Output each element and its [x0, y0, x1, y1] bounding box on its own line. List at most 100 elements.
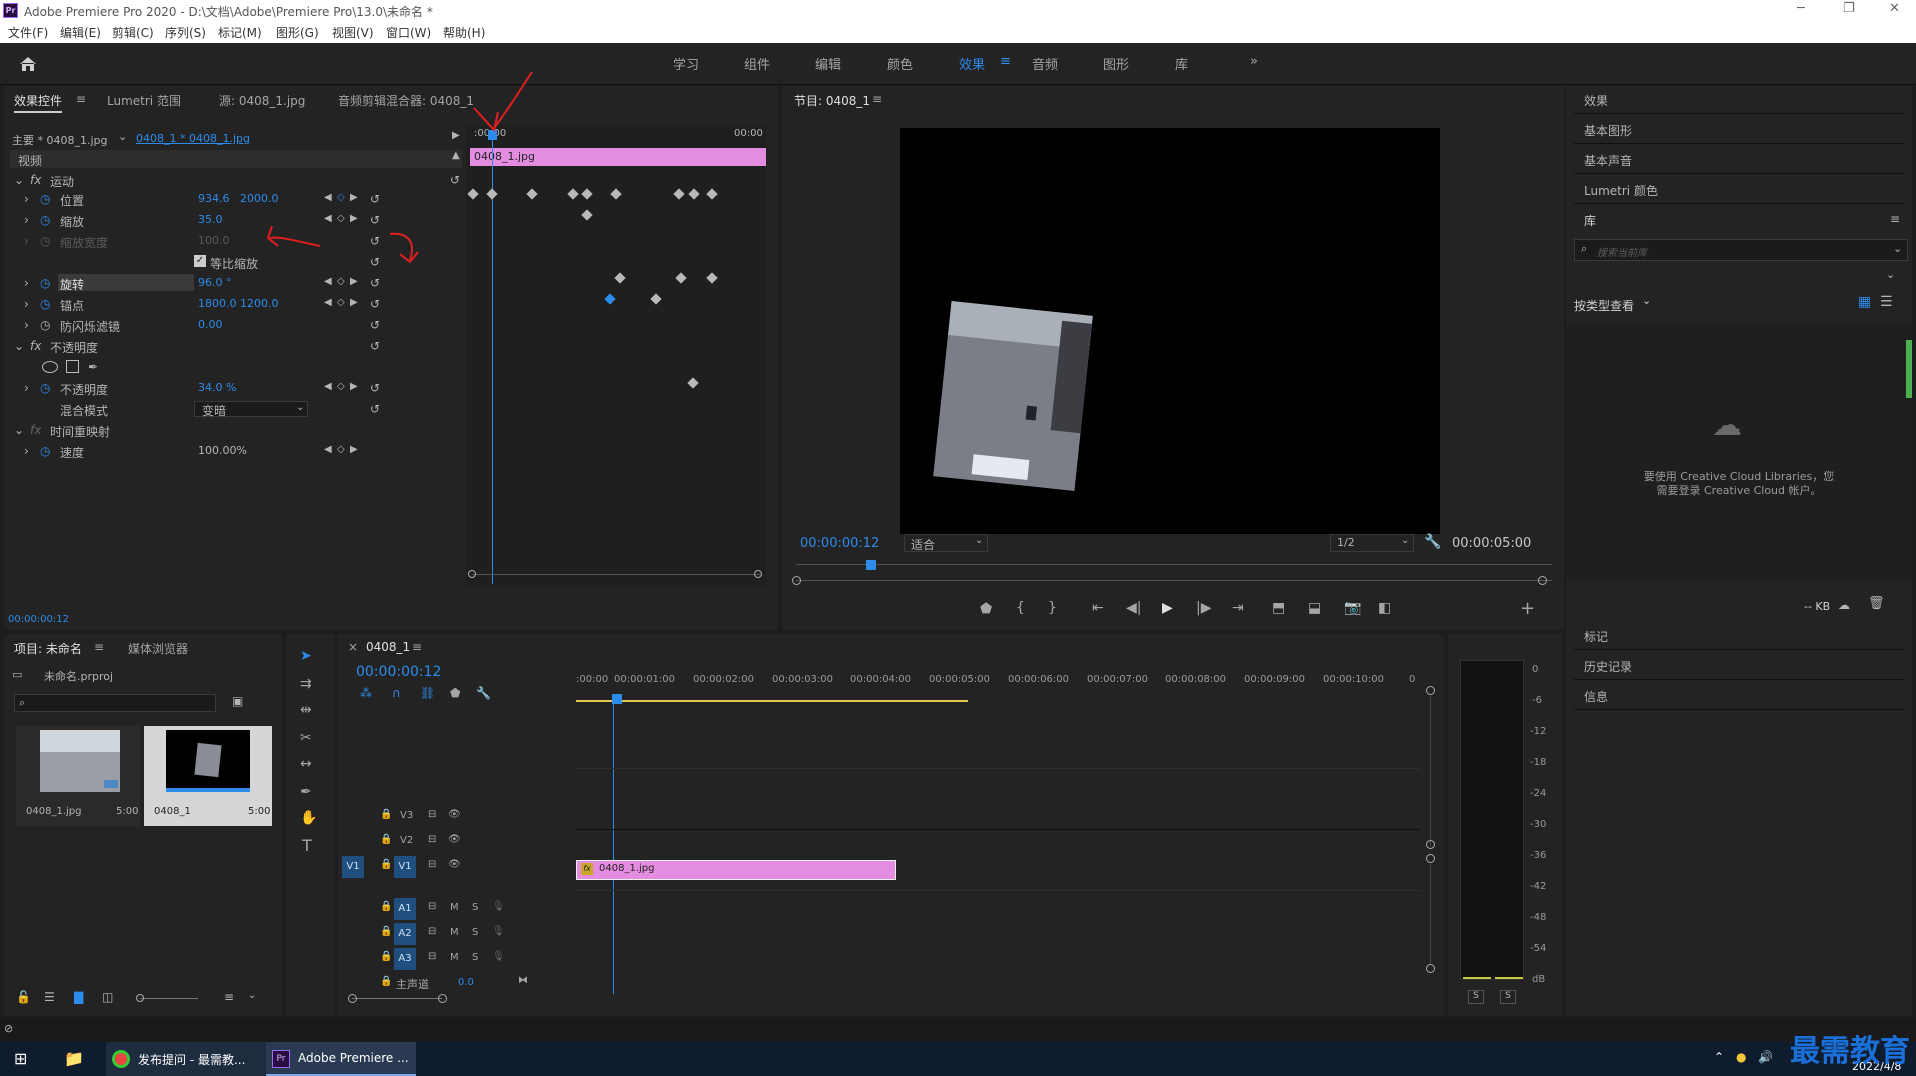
panel-history[interactable]: 历史记录 — [1574, 652, 1904, 680]
windows-start-icon[interactable]: ⊞ — [14, 1049, 27, 1068]
go-to-out-icon[interactable]: ⇥ — [1232, 600, 1244, 616]
keyframe[interactable] — [610, 188, 622, 200]
panel-libraries[interactable]: 库 ≡ — [1574, 206, 1904, 234]
minimize-icon[interactable]: ─ — [1797, 1, 1805, 16]
expand-chevron-icon[interactable]: ⌄ — [14, 423, 24, 437]
master-track[interactable]: 🔒 主声道 0.0 ⧓ — [328, 973, 568, 997]
menu-edit[interactable]: 编辑(E) — [60, 24, 101, 41]
tab-source[interactable]: 源: 0408_1.jpg — [219, 92, 305, 109]
eye-icon[interactable]: 👁 — [448, 859, 461, 870]
stopwatch-icon[interactable]: ◷ — [40, 444, 50, 458]
rotation-row[interactable]: › ◷ 旋转 96.0 ° ◀ ◇ ▶ ↺ — [12, 273, 464, 293]
expand-chevron-icon[interactable]: ⌄ — [14, 173, 24, 187]
keyframe[interactable] — [526, 188, 538, 200]
linked-selection-icon[interactable]: ⛓ — [420, 686, 435, 700]
dropdown-icon[interactable]: ⌄ — [1401, 535, 1409, 546]
collapse-up-icon[interactable]: ▲ — [452, 150, 460, 161]
vertical-zoom-handle[interactable] — [1426, 840, 1435, 849]
track-select-tool-icon[interactable]: ⇉ — [300, 676, 312, 692]
prev-keyframe-icon[interactable]: ◀ — [324, 276, 332, 287]
dropdown-icon[interactable]: ⌄ — [1642, 294, 1651, 307]
audio-track-a2[interactable]: 🔒 A2 ⊟ M S 🎙 — [328, 923, 556, 947]
panel-essential-sound[interactable]: 基本声音 — [1574, 146, 1904, 174]
scrub-bar[interactable] — [796, 564, 1552, 565]
zoom-scrollbar[interactable] — [472, 574, 762, 575]
razor-tool-icon[interactable]: ✂ — [300, 730, 312, 746]
lock-icon[interactable]: 🔒 — [380, 859, 392, 870]
add-keyframe-icon[interactable]: ◇ — [337, 276, 345, 287]
effect-controls-timecode[interactable]: 00:00:00:12 — [8, 614, 69, 625]
reset-icon[interactable]: ↺ — [370, 381, 380, 395]
zoom-bar[interactable] — [796, 580, 1552, 581]
uniform-scale-checkbox[interactable]: ✓ — [194, 255, 206, 267]
lock-icon[interactable]: 🔒 — [380, 834, 392, 845]
prev-keyframe-icon[interactable]: ◀ — [324, 297, 332, 308]
track-target-a3[interactable]: A3 — [394, 948, 416, 970]
step-back-icon[interactable]: ◀| — [1126, 600, 1141, 616]
panel-info[interactable]: 信息 — [1574, 682, 1904, 710]
solo-left-button[interactable]: S — [1468, 990, 1484, 1004]
workspace-assembly[interactable]: 组件 — [744, 54, 770, 73]
dropdown-icon[interactable]: ⌄ — [1886, 268, 1895, 281]
keyframe[interactable] — [650, 293, 662, 305]
workspace-graphics[interactable]: 图形 — [1103, 54, 1129, 73]
opacity-effect-row[interactable]: ⌄ fx 不透明度 ↺ — [12, 336, 464, 356]
sync-lock-icon[interactable]: ⊟ — [428, 834, 436, 845]
fit-select[interactable]: 适合 ⌄ — [904, 534, 988, 552]
reset-icon[interactable]: ↺ — [370, 234, 380, 248]
zoom-handle-left[interactable] — [468, 570, 476, 578]
lock-icon[interactable]: 🔓 — [16, 990, 31, 1004]
solo-button[interactable]: S — [472, 952, 478, 963]
dropdown-icon[interactable]: ⌄ — [975, 535, 983, 546]
sync-lock-icon[interactable]: ⊟ — [428, 926, 436, 937]
right-edge-scrollbar[interactable] — [1906, 340, 1912, 398]
mute-button[interactable]: M — [450, 902, 459, 913]
keyframe[interactable] — [706, 188, 718, 200]
source-patch-v1[interactable]: V1 — [342, 856, 364, 878]
sequence-clip-label[interactable]: 0408_1 * 0408_1.jpg — [136, 132, 250, 145]
taskbar-chrome[interactable]: 发布提问 - 最需教... — [106, 1042, 270, 1076]
stopwatch-icon[interactable]: ◷ — [40, 297, 50, 311]
eye-icon[interactable]: 👁 — [448, 834, 461, 845]
file-explorer-icon[interactable]: 📁 — [64, 1049, 84, 1068]
export-frame-icon[interactable]: 📷 — [1344, 600, 1361, 616]
mute-button[interactable]: M — [450, 927, 459, 938]
video-track-v2[interactable]: 🔒 V2 ⊟ 👁 — [328, 831, 556, 855]
selection-tool-icon[interactable]: ➤ — [300, 648, 312, 664]
pen-tool-icon[interactable]: ✒ — [300, 784, 312, 800]
keyframe-selected[interactable] — [604, 293, 616, 305]
mark-out-icon[interactable]: } — [1048, 600, 1057, 616]
workspace-color[interactable]: 颜色 — [887, 54, 913, 73]
new-bin-icon[interactable]: ▣ — [232, 694, 243, 708]
libraries-menu-icon[interactable]: ≡ — [1890, 212, 1900, 226]
hand-tool-icon[interactable]: ✋ — [300, 810, 317, 826]
sort-icon[interactable]: ≡ — [224, 990, 234, 1004]
rotation-value[interactable]: 96.0 ° — [198, 276, 232, 289]
speed-value[interactable]: 100.00% — [198, 444, 247, 457]
keyframe[interactable] — [467, 188, 479, 200]
project-item-selected[interactable]: 0408_1 5:00 — [144, 726, 272, 826]
reset-icon[interactable]: ↺ — [370, 255, 380, 269]
add-marker-icon[interactable]: ⬟ — [980, 601, 992, 617]
time-ruler[interactable]: :00:00 00:00:01:00 00:00:02:00 00:00:03:… — [576, 674, 1420, 704]
freeform-view-icon[interactable]: ◫ — [102, 990, 113, 1004]
settings-wrench-icon[interactable]: 🔧 — [1424, 534, 1441, 550]
track-target-a2[interactable]: A2 — [394, 923, 416, 945]
snap-icon[interactable]: ∩ — [392, 686, 401, 700]
timeline-playhead-line[interactable] — [613, 704, 614, 994]
slip-tool-icon[interactable]: ↔ — [300, 756, 312, 772]
panel-essential-graphics[interactable]: 基本图形 — [1574, 116, 1904, 144]
time-remap-row[interactable]: ⌄ fx 时间重映射 — [12, 420, 464, 440]
anchor-x-value[interactable]: 1800.0 — [198, 297, 237, 310]
taskbar-premiere[interactable]: Pr Adobe Premiere ... — [266, 1042, 416, 1076]
go-to-in-icon[interactable]: ⇤ — [1092, 600, 1104, 616]
stopwatch-icon[interactable]: ◷ — [40, 318, 50, 332]
speed-row[interactable]: › ◷ 速度 100.00% ◀ ◇ ▶ — [12, 441, 464, 461]
solo-right-button[interactable]: S — [1500, 990, 1516, 1004]
comparison-view-icon[interactable]: ◧ — [1378, 600, 1391, 616]
menu-marker[interactable]: 标记(M) — [218, 24, 262, 41]
stopwatch-icon[interactable]: ◷ — [40, 276, 50, 290]
zoom-slider-handle[interactable] — [136, 994, 144, 1002]
workspace-learn[interactable]: 学习 — [673, 54, 699, 73]
keyframe[interactable] — [614, 272, 626, 284]
